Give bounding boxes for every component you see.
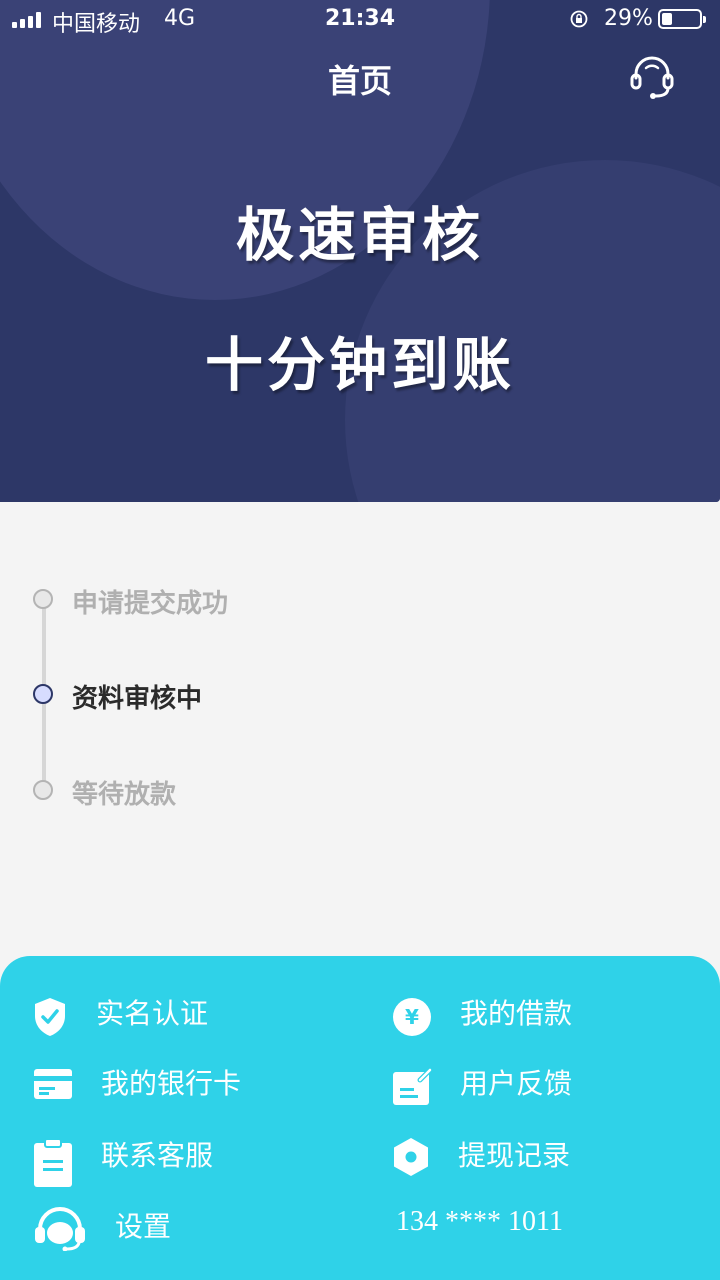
yen-coin-icon[interactable]: ¥	[392, 997, 432, 1037]
page-title: 首页	[327, 62, 392, 100]
menu-item-my-loans[interactable]: 我的借款	[460, 992, 572, 1032]
step-label-disbursement: 等待放款	[72, 780, 177, 810]
menu-item-contact-support[interactable]: 联系客服	[101, 1134, 213, 1174]
headset-icon[interactable]	[628, 54, 676, 100]
user-phone-number: 134 **** 1011	[396, 1206, 563, 1237]
battery-percent: 29%	[604, 6, 653, 31]
step-marker-disbursement	[33, 780, 53, 800]
feedback-edit-icon[interactable]	[392, 1066, 434, 1106]
svg-text:¥: ¥	[405, 1005, 419, 1029]
menu-item-user-feedback[interactable]: 用户反馈	[460, 1062, 572, 1102]
battery-icon	[658, 9, 706, 29]
step-marker-reviewing	[33, 684, 53, 704]
menu-item-settings[interactable]: 设置	[115, 1205, 171, 1245]
hero-headline: 极速审核	[235, 201, 484, 269]
headset-settings-icon[interactable]	[33, 1207, 87, 1251]
step-label-reviewing: 资料审核中	[72, 684, 203, 714]
clipboard-icon[interactable]	[33, 1138, 73, 1188]
shield-check-icon[interactable]	[33, 996, 67, 1038]
step-label-submitted: 申请提交成功	[72, 589, 229, 619]
rotation-lock-icon	[570, 10, 588, 28]
status-bar: 中国移动 4G 21:34 29%	[0, 0, 720, 40]
hero-subheadline: 十分钟到账	[204, 331, 515, 399]
hexagon-record-icon[interactable]	[393, 1137, 429, 1177]
menu-item-my-bank-card[interactable]: 我的银行卡	[101, 1062, 241, 1102]
hero-banner: 中国移动 4G 21:34 29% 首页 极速审核 十分钟到账	[0, 0, 720, 502]
bank-card-icon[interactable]	[33, 1068, 73, 1100]
step-marker-submitted	[33, 589, 53, 609]
menu-item-withdrawal-records[interactable]: 提现记录	[458, 1134, 570, 1174]
menu-item-real-name-auth[interactable]: 实名认证	[96, 992, 208, 1032]
